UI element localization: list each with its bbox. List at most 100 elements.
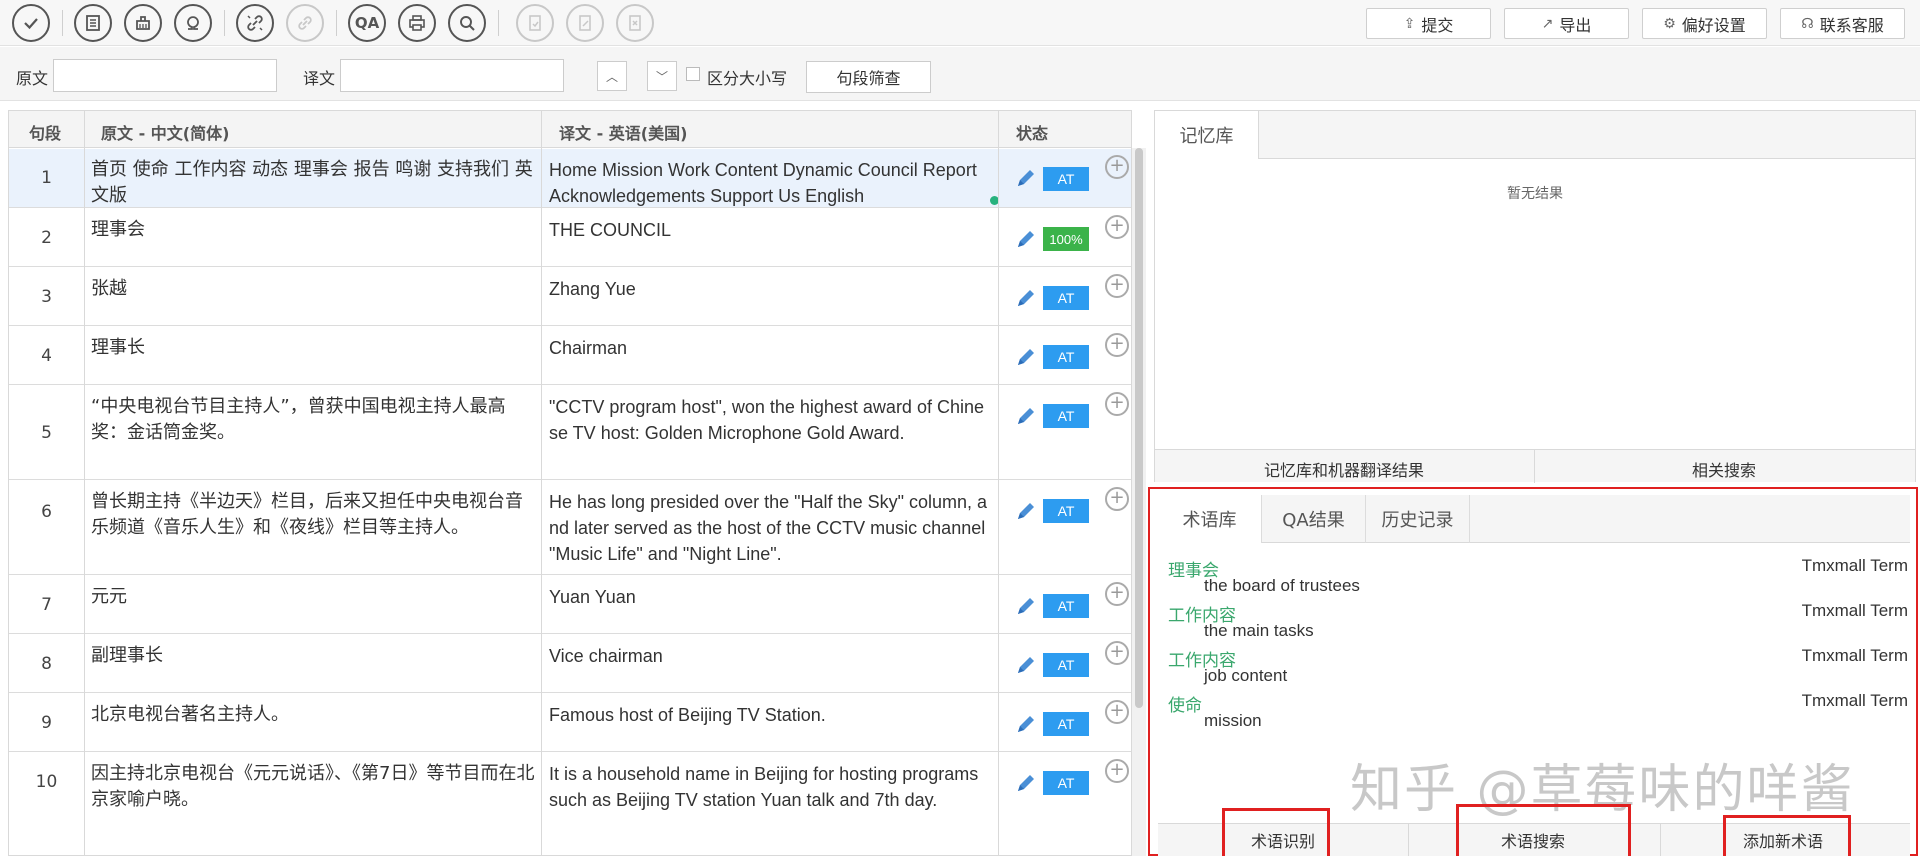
target-text[interactable]: Chairman (549, 335, 991, 361)
table-row[interactable]: 10 因主持北京电视台《元元说话》、《第7日》等节目而在北京家喻户晓。 It i… (9, 753, 1131, 855)
doc-edit-icon[interactable] (566, 4, 604, 42)
table-row[interactable]: 4 理事长 Chairman AT + (9, 327, 1131, 385)
print-icon[interactable] (398, 4, 436, 42)
source-text: 北京电视台著名主持人。 (91, 704, 289, 725)
source-text: 曾长期主持《半边天》栏目，后来又担任中央电视台音乐频道《音乐人生》和《夜线》栏目… (91, 491, 523, 538)
upload-icon: ⇪ (1403, 15, 1416, 32)
add-icon[interactable]: + (1105, 155, 1129, 179)
table-row[interactable]: 5 “中央电视台节目主持人”，曾获中国电视主持人最高奖：金话筒金奖。 "CCTV… (9, 386, 1131, 480)
link-icon[interactable] (286, 4, 324, 42)
check-icon[interactable] (12, 4, 50, 42)
status-badge: AT (1043, 771, 1089, 795)
pencil-icon[interactable] (1014, 594, 1038, 618)
table-row[interactable]: 9 北京电视台著名主持人。 Famous host of Beijing TV … (9, 694, 1131, 752)
source-filter-input[interactable] (53, 59, 277, 92)
segment-filter-button[interactable]: 句段筛查 (806, 61, 931, 93)
target-text[interactable]: He has long presided over the "Half the … (549, 489, 991, 567)
qa-icon-label: QA (354, 14, 380, 32)
term-target: the main tasks (1204, 621, 1314, 640)
header-status: 状态 (1016, 124, 1049, 143)
target-text[interactable]: Vice chairman (549, 643, 991, 669)
target-text[interactable]: Yuan Yuan (549, 584, 991, 610)
tab-memory[interactable]: 记忆库 (1155, 111, 1259, 159)
source-text: “中央电视台节目主持人”，曾获中国电视主持人最高奖：金话筒金奖。 (91, 396, 506, 443)
document-icon[interactable] (74, 4, 112, 42)
target-text[interactable]: Home Mission Work Content Dynamic Counci… (549, 157, 991, 209)
pencil-icon[interactable] (1014, 499, 1038, 523)
search-icon[interactable] (448, 4, 486, 42)
pencil-icon[interactable] (1014, 166, 1038, 190)
term-origin: Tmxmall Term (1801, 556, 1908, 575)
pencil-icon[interactable] (1014, 227, 1038, 251)
preferences-button[interactable]: ⚙ 偏好设置 (1642, 8, 1767, 39)
case-sensitive-checkbox[interactable] (686, 67, 700, 81)
doc-close-icon[interactable] (616, 4, 654, 42)
target-text[interactable]: THE COUNCIL (549, 217, 991, 243)
add-icon[interactable]: + (1105, 392, 1129, 416)
term-tab-bar: 术语库 QA结果 历史记录 (1158, 495, 1910, 543)
table-row[interactable]: 3 张越 Zhang Yue AT + (9, 268, 1131, 326)
next-match-button[interactable]: ﹀ (647, 61, 677, 91)
case-sensitive-label: 区分大小写 (707, 69, 788, 88)
pencil-icon[interactable] (1014, 345, 1038, 369)
target-text[interactable]: Zhang Yue (549, 276, 991, 302)
status-badge: AT (1043, 499, 1089, 523)
pencil-icon[interactable] (1014, 712, 1038, 736)
doc-confirm-icon[interactable] (516, 4, 554, 42)
table-row[interactable]: 1 首页 使命 工作内容 动态 理事会 报告 鸣谢 支持我们 英文版 Home … (9, 149, 1131, 209)
pencil-icon[interactable] (1014, 404, 1038, 428)
add-icon[interactable]: + (1105, 487, 1129, 511)
segment-number: 1 (41, 168, 52, 188)
pencil-icon[interactable] (1014, 653, 1038, 677)
table-row[interactable]: 6 曾长期主持《半边天》栏目，后来又担任中央电视台音乐频道《音乐人生》和《夜线》… (9, 481, 1131, 575)
add-icon[interactable]: + (1105, 274, 1129, 298)
status-badge: AT (1043, 712, 1089, 736)
add-icon[interactable]: + (1105, 333, 1129, 357)
chevron-up-icon: ︿ (605, 69, 618, 84)
prev-match-button[interactable]: ︿ (597, 61, 627, 91)
table-row[interactable]: 2 理事会 THE COUNCIL 100% + (9, 209, 1131, 267)
add-icon[interactable]: + (1105, 700, 1129, 724)
scrollbar-thumb[interactable] (1135, 148, 1143, 708)
term-source: 使命 (1168, 696, 1202, 716)
add-icon[interactable]: + (1105, 582, 1129, 606)
contact-support-button[interactable]: ☊ 联系客服 (1780, 8, 1905, 39)
target-text[interactable]: "CCTV program host", won the highest awa… (549, 394, 991, 446)
tab-termbase[interactable]: 术语库 (1158, 495, 1262, 543)
add-icon[interactable]: + (1105, 759, 1129, 783)
target-text[interactable]: It is a household name in Beijing for ho… (549, 761, 991, 813)
chevron-down-icon: ﹀ (655, 69, 668, 84)
grid-scrollbar[interactable] (1132, 148, 1146, 856)
memory-mt-results-tab[interactable]: 记忆库和机器翻译结果 (1155, 457, 1533, 481)
add-icon[interactable]: + (1105, 641, 1129, 665)
omega-icon[interactable] (174, 4, 212, 42)
export-icon: ↗ (1541, 15, 1554, 32)
preferences-button-label: 偏好设置 (1681, 15, 1746, 35)
related-search-tab[interactable]: 相关搜索 (1535, 457, 1913, 481)
submit-button[interactable]: ⇪ 提交 (1366, 8, 1491, 39)
export-button-label: 导出 (1559, 15, 1592, 35)
status-badge: AT (1043, 345, 1089, 369)
source-text: 因主持北京电视台《元元说话》、《第7日》等节目而在北京家喻户晓。 (91, 763, 535, 810)
pencil-icon[interactable] (1014, 771, 1038, 795)
cleanup-icon[interactable] (124, 4, 162, 42)
source-text: 副理事长 (91, 645, 163, 666)
term-origin: Tmxmall Term (1801, 691, 1908, 710)
export-button[interactable]: ↗ 导出 (1504, 8, 1629, 39)
status-badge: 100% (1043, 227, 1089, 251)
add-icon[interactable]: + (1105, 215, 1129, 239)
segment-number: 7 (41, 595, 52, 615)
target-filter-input[interactable] (340, 59, 564, 92)
tab-qa-results[interactable]: QA结果 (1262, 495, 1366, 543)
pencil-icon[interactable] (1014, 286, 1038, 310)
segment-number: 9 (41, 713, 52, 733)
unlink-icon[interactable] (236, 4, 274, 42)
table-row[interactable]: 8 副理事长 Vice chairman AT + (9, 635, 1131, 693)
term-target: the board of trustees (1204, 576, 1360, 595)
target-text[interactable]: Famous host of Beijing TV Station. (549, 702, 991, 728)
qa-icon[interactable]: QA (348, 4, 386, 42)
status-badge: AT (1043, 286, 1089, 310)
tab-history[interactable]: 历史记录 (1366, 495, 1470, 543)
table-row[interactable]: 7 元元 Yuan Yuan AT + (9, 576, 1131, 634)
header-target: 译文 - 英语(美国) (559, 124, 688, 143)
